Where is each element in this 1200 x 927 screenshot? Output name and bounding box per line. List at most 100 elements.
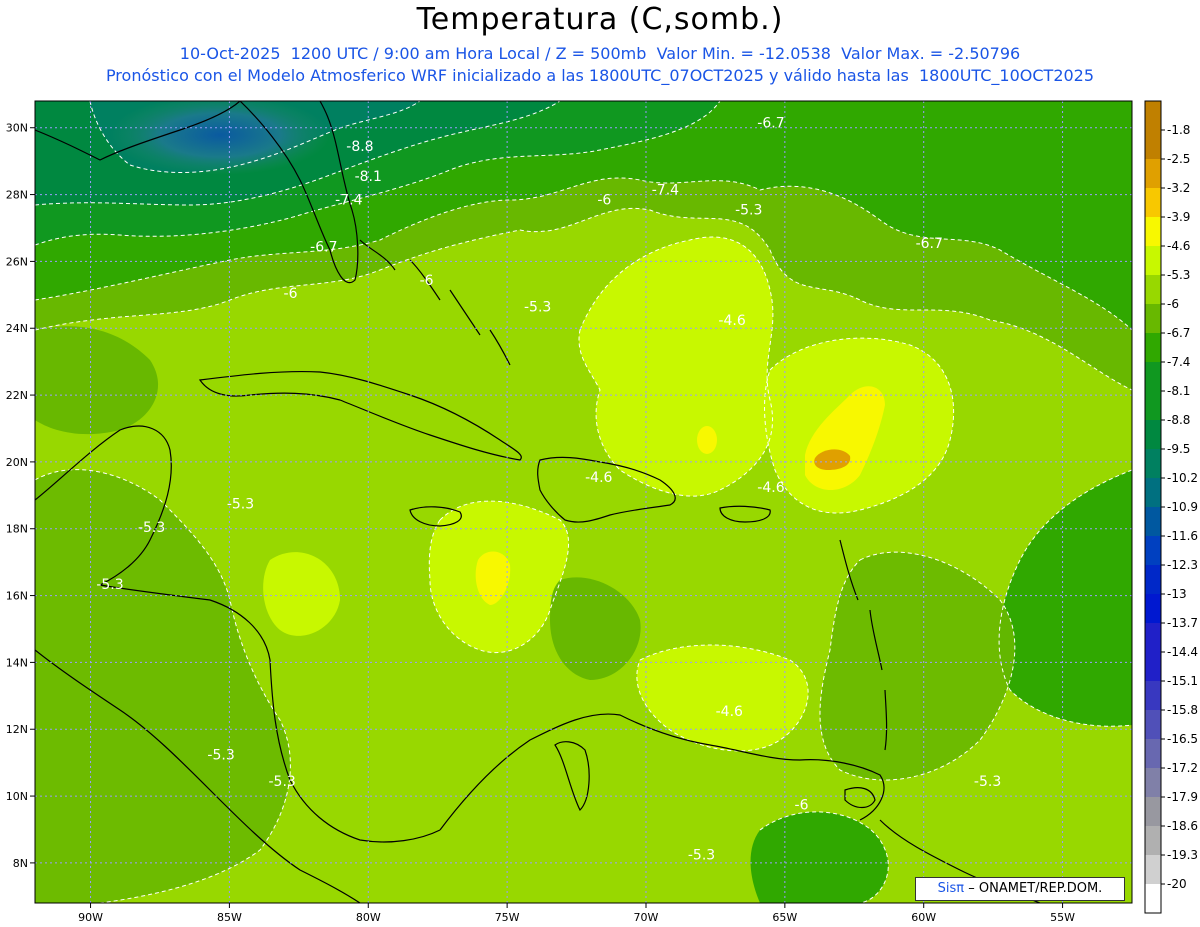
colorbar-swatch <box>1145 507 1161 537</box>
colorbar-label: -1.8 <box>1167 123 1190 137</box>
tick-label-lat: 28N <box>6 189 28 202</box>
colorbar-label: -6 <box>1167 297 1179 311</box>
contour-label: -5.3 <box>735 203 762 219</box>
contour-label: -5.3 <box>524 300 551 316</box>
subtitle-model-info: Pronóstico con el Modelo Atmosferico WRF… <box>105 66 1095 85</box>
colorbar-label: -19.3 <box>1167 848 1198 862</box>
colorbar-label: -8.8 <box>1167 413 1190 427</box>
colorbar-swatch <box>1145 304 1161 334</box>
colorbar-swatch <box>1145 159 1161 189</box>
colorbar-swatch <box>1145 739 1161 769</box>
colorbar-swatch <box>1145 652 1161 682</box>
tick-label-lat: 24N <box>6 322 28 335</box>
contour-label: -5.3 <box>227 497 254 513</box>
colorbar-label: -12.3 <box>1167 558 1198 572</box>
colorbar-label: -3.9 <box>1167 210 1190 224</box>
colorbar-label: -13 <box>1167 587 1187 601</box>
tick-label-lon: 85W <box>217 911 242 924</box>
colorbar-label: -17.2 <box>1167 761 1198 775</box>
contour-label: -4.6 <box>718 313 745 329</box>
credit-box: Sisπ – ONAMET/REP.DOM. <box>915 877 1125 901</box>
tick-label-lat: 12N <box>6 723 28 736</box>
colorbar-label: -14.4 <box>1167 645 1198 659</box>
colorbar-swatch <box>1145 478 1161 508</box>
colorbar-swatch <box>1145 130 1161 160</box>
colorbar-swatch <box>1145 362 1161 392</box>
tick-label-lat: 14N <box>6 656 28 669</box>
contour-label: -6 <box>284 286 298 302</box>
colorbar-label: -8.1 <box>1167 384 1190 398</box>
colorbar-swatch <box>1145 681 1161 711</box>
colorbar-label: -3.2 <box>1167 181 1190 195</box>
colorbar-label: -2.5 <box>1167 152 1190 166</box>
colorbar-swatch <box>1145 275 1161 305</box>
tick-label-lon: 65W <box>772 911 797 924</box>
colorbar-label: -15.8 <box>1167 703 1198 717</box>
colorbar-label: -16.5 <box>1167 732 1198 746</box>
colorbar-swatch <box>1145 217 1161 247</box>
map-title: Temperatura (C,somb.) <box>416 2 784 37</box>
colorbar-swatch <box>1145 710 1161 740</box>
colorbar-swatch <box>1145 391 1161 421</box>
contour-label: -5.3 <box>688 848 715 864</box>
tick-label-lat: 16N <box>6 590 28 603</box>
colorbar-swatch <box>1145 420 1161 450</box>
tick-label-lon: 60W <box>911 911 936 924</box>
colorbar-label: -17.9 <box>1167 790 1198 804</box>
colorbar-swatch <box>1145 826 1161 856</box>
tick-label-lat: 10N <box>6 790 28 803</box>
colorbar-label: -20 <box>1167 877 1187 891</box>
field-layer <box>35 101 1132 903</box>
subtitle-valid-time: 10-Oct-2025 1200 UTC / 9:00 am Hora Loca… <box>179 44 1021 63</box>
colorbar-label: -13.7 <box>1167 616 1198 630</box>
temperature-map: 30N 28N 26N 24N 22N 20N 18N 16N 14N 12N 10N 8N 90W 85… <box>6 100 1198 924</box>
contour-label: -4.6 <box>716 704 743 720</box>
tick-label-lon: 90W <box>78 911 103 924</box>
colorbar-swatch <box>1145 594 1161 624</box>
colorbar-swatch <box>1145 855 1161 885</box>
tick-label-lon: 75W <box>495 911 520 924</box>
tick-label-lat: 30N <box>6 122 28 135</box>
colorbar: -1.8 -2.5 -3.2 -3.9 -4.6 -5.3 -6 -6.7 -7.4 -8.1 -8… <box>1144 100 1198 914</box>
colorbar-label: -10.2 <box>1167 471 1198 485</box>
colorbar-swatch <box>1145 623 1161 653</box>
tick-label-lon: 70W <box>634 911 659 924</box>
contour-label: -5.3 <box>96 577 123 593</box>
contour-label: -4.6 <box>757 480 784 496</box>
colorbar-swatch <box>1145 797 1161 827</box>
cold-core <box>110 101 330 175</box>
tick-label-lon: 55W <box>1050 911 1075 924</box>
colorbar-swatch <box>1145 536 1161 566</box>
credit-logo: Sisπ <box>937 881 965 896</box>
colorbar-label: -18.6 <box>1167 819 1198 833</box>
colorbar-label: -11.6 <box>1167 529 1198 543</box>
contour-label: -6.7 <box>757 116 784 132</box>
tick-label-lat: 20N <box>6 456 28 469</box>
colorbar-swatch <box>1145 565 1161 595</box>
colorbar-label: -6.7 <box>1167 326 1190 340</box>
colorbar-label: -7.4 <box>1167 355 1190 369</box>
colorbar-swatch <box>1145 768 1161 798</box>
contour-label: -6.7 <box>310 239 337 255</box>
colorbar-swatch <box>1145 188 1161 218</box>
colorbar-swatch <box>1145 449 1161 479</box>
colorbar-swatch <box>1145 246 1161 276</box>
contour-label: -8.8 <box>346 139 373 155</box>
credit-text: – ONAMET/REP.DOM. <box>968 881 1103 896</box>
colorbar-label: -15.1 <box>1167 674 1198 688</box>
colorbar-label: -10.9 <box>1167 500 1198 514</box>
contour-label: -5.3 <box>269 774 296 790</box>
contour-label: -5.3 <box>138 520 165 536</box>
tick-label-lat: 26N <box>6 255 28 268</box>
contour-label: -6 <box>795 797 809 813</box>
tick-label-lat: 22N <box>6 389 28 402</box>
colorbar-label: -4.6 <box>1167 239 1190 253</box>
colorbar-swatch <box>1145 101 1161 131</box>
hot-spot-yellow-3 <box>697 426 717 454</box>
contour-label: -6 <box>597 193 611 209</box>
colorbar-swatch <box>1145 333 1161 363</box>
tick-label-lat: 18N <box>6 523 28 536</box>
colorbar-label: -9.5 <box>1167 442 1190 456</box>
contour-label: -7.4 <box>335 193 362 209</box>
contour-label: -6.7 <box>916 236 943 252</box>
